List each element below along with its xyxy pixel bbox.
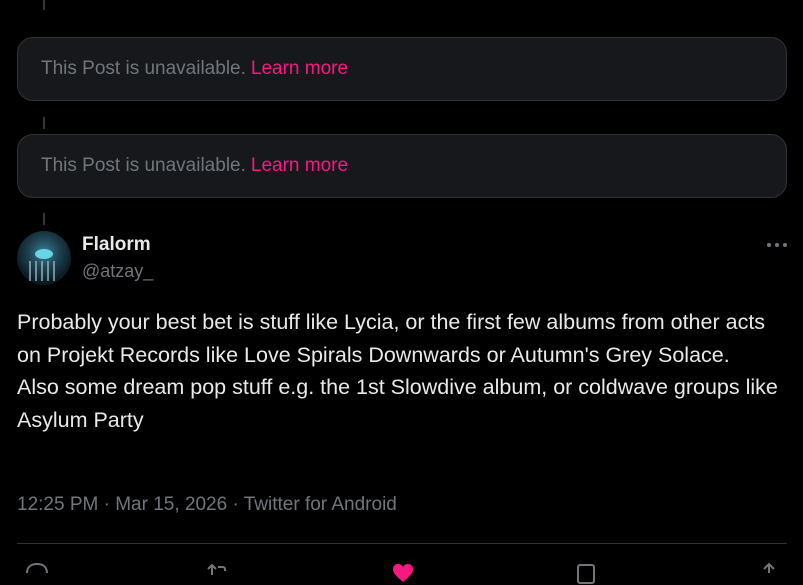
unavailable-post-2: This Post is unavailable. Learn more xyxy=(17,134,787,198)
thread-line-mid xyxy=(43,117,45,129)
avatar-glow xyxy=(35,249,53,259)
more-horizontal-icon[interactable] xyxy=(766,241,788,249)
post-text-line: Probably your best bet is stuff like Lyc… xyxy=(17,310,766,367)
meta-separator: · xyxy=(232,494,239,515)
bookmark-icon[interactable] xyxy=(575,561,599,585)
avatar-detail xyxy=(29,261,59,281)
like-icon[interactable] xyxy=(391,561,415,585)
learn-more-link[interactable]: Learn more xyxy=(251,155,348,177)
meta-separator: · xyxy=(103,494,110,515)
avatar[interactable] xyxy=(17,231,71,285)
unavailable-post-1: This Post is unavailable. Learn more xyxy=(17,37,787,101)
divider xyxy=(17,543,787,544)
thread-line-bottom xyxy=(43,213,45,225)
reply-icon[interactable] xyxy=(25,561,49,585)
unavailable-message: This Post is unavailable. xyxy=(41,155,246,176)
author-handle[interactable]: @atzay_ xyxy=(82,261,153,282)
post-text-line: Also some dream pop stuff e.g. the 1st S… xyxy=(17,375,778,432)
repost-icon[interactable] xyxy=(205,561,229,585)
thread-line-top xyxy=(43,0,45,10)
post-text: Probably your best bet is stuff like Lyc… xyxy=(17,306,787,436)
post-source: Twitter for Android xyxy=(243,494,397,515)
learn-more-link[interactable]: Learn more xyxy=(251,58,348,80)
author-name[interactable]: Flalorm xyxy=(82,234,151,256)
post-time[interactable]: 12:25 PM xyxy=(17,494,98,515)
post-meta: 12:25 PM · Mar 15, 2026 · Twitter for An… xyxy=(17,494,397,516)
bookmark-icon-partial[interactable] xyxy=(722,0,742,6)
share-icon[interactable] xyxy=(757,561,781,585)
post-date[interactable]: Mar 15, 2026 xyxy=(115,494,227,515)
unavailable-message: This Post is unavailable. xyxy=(41,58,246,79)
